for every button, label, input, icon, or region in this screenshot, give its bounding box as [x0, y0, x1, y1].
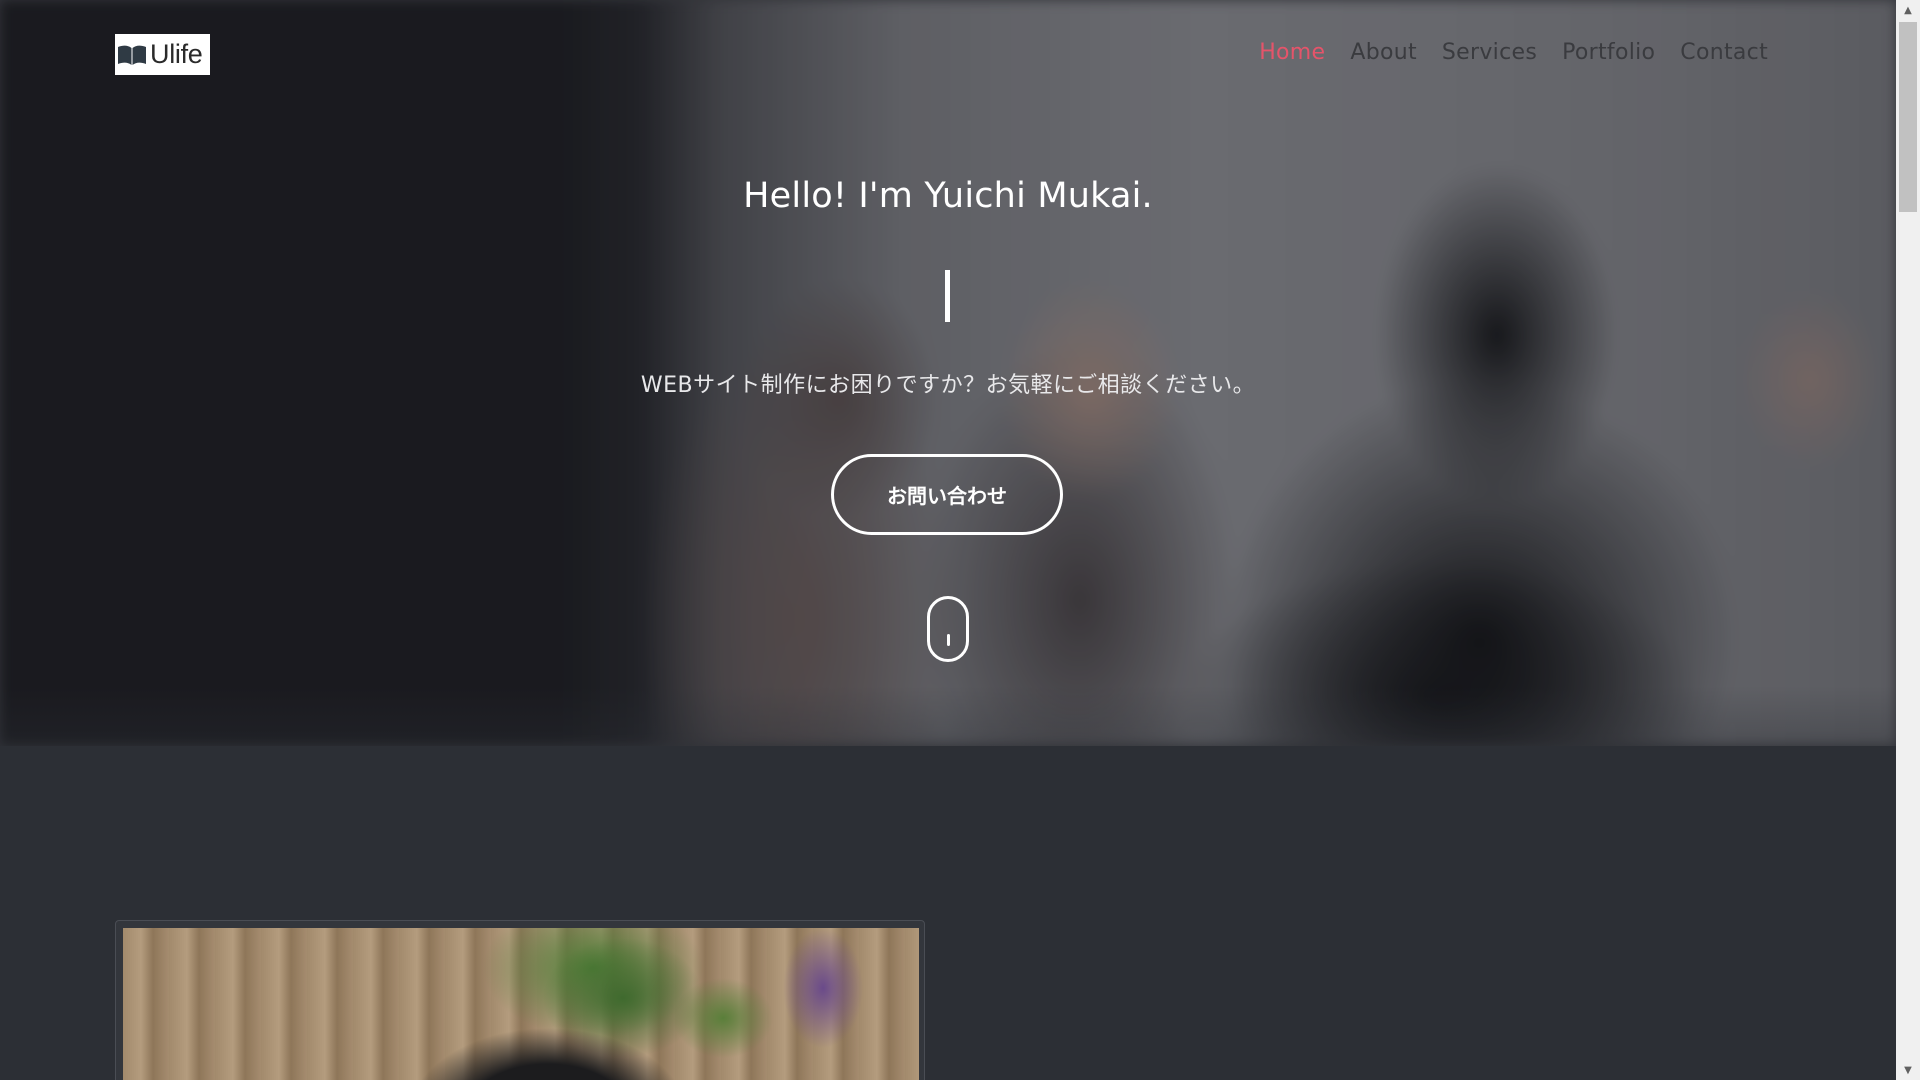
hero-section: Ulife Home About Services Portfolio Cont… [0, 0, 1896, 746]
page: Ulife Home About Services Portfolio Cont… [0, 0, 1896, 1080]
contact-button[interactable]: お問い合わせ [831, 454, 1063, 535]
nav-portfolio[interactable]: Portfolio [1562, 40, 1655, 65]
nav-services[interactable]: Services [1442, 40, 1537, 65]
profile-photo [123, 928, 919, 1080]
hero-subtitle: WEBサイト制作にお困りですか？お気軽にご相談ください。 [640, 373, 1256, 398]
mouse-scroll-icon[interactable] [927, 596, 969, 662]
about-section [0, 746, 1896, 1080]
hero-title: Hello! I'm Yuichi Mukai. [743, 176, 1153, 216]
typing-cursor [945, 270, 950, 322]
main-nav: Home About Services Portfolio Contact [1259, 40, 1768, 65]
scroll-wheel [947, 634, 950, 646]
page-scrollbar[interactable]: ▲ ▼ [1896, 0, 1920, 1080]
nav-home[interactable]: Home [1259, 40, 1325, 65]
open-book-icon [118, 45, 146, 65]
site-logo[interactable]: Ulife [115, 34, 210, 75]
scroll-up-arrow-icon[interactable]: ▲ [1896, 0, 1920, 20]
nav-about[interactable]: About [1350, 40, 1417, 65]
profile-photo-frame [115, 920, 925, 1080]
scroll-down-arrow-icon[interactable]: ▼ [1896, 1060, 1920, 1080]
scrollbar-thumb[interactable] [1899, 22, 1917, 212]
nav-contact[interactable]: Contact [1680, 40, 1768, 65]
logo-text: Ulife [150, 39, 203, 69]
